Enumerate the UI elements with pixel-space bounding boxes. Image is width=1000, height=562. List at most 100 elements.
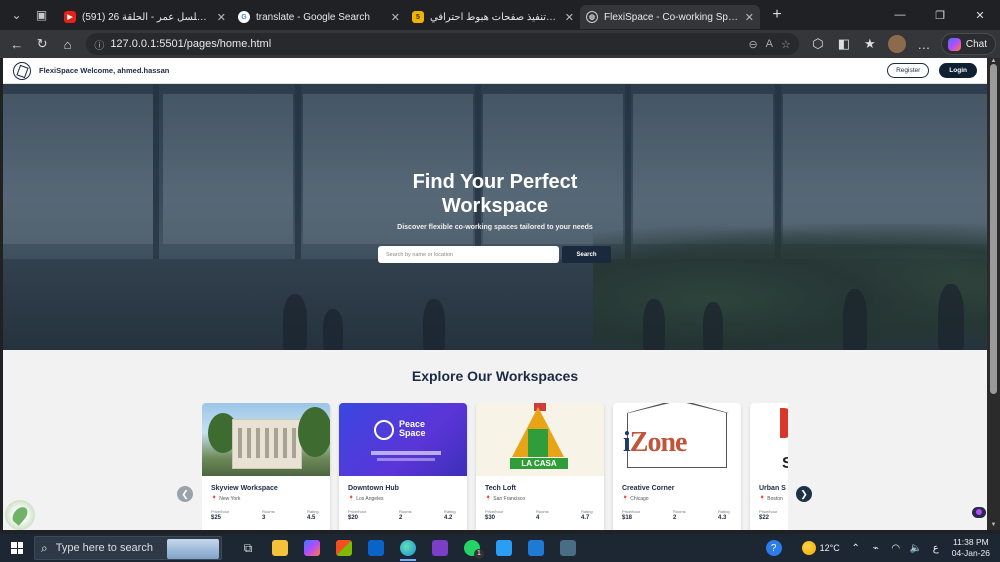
tab-landing[interactable]: 5 تصميم و تنفيذ صفحات هبوط احترافي ✕ <box>406 5 580 29</box>
help-icon[interactable]: ? <box>765 540 782 556</box>
network-icon[interactable]: ⌁ <box>868 543 884 554</box>
app-stack-icon[interactable] <box>488 534 520 562</box>
file-explorer-icon[interactable] <box>264 534 296 562</box>
workspace-image: Peace Space <box>339 403 467 476</box>
close-tab-icon[interactable]: ✕ <box>565 11 574 24</box>
workspace-card[interactable]: LA CASA Tech Loft 📍 San Francisco Price/h… <box>476 403 604 530</box>
logo-shape <box>780 408 788 438</box>
scroll-down-icon[interactable]: ▼ <box>987 522 1000 530</box>
workspace-name: Urban S <box>759 485 786 492</box>
restore-icon[interactable]: ❐ <box>920 0 960 30</box>
reload-icon[interactable]: ↻ <box>29 33 54 55</box>
scrollbar-thumb[interactable] <box>990 64 997 394</box>
microsoft-store-icon[interactable] <box>328 534 360 562</box>
read-aloud-icon[interactable]: A <box>766 38 773 50</box>
workspace-city: San Francisco <box>493 496 526 502</box>
weather-sun-icon <box>801 541 816 555</box>
workspace-image <box>202 403 330 476</box>
ship-app-icon[interactable] <box>552 534 584 562</box>
task-view-icon[interactable]: ⧉ <box>232 534 264 562</box>
extensions-icon[interactable]: ⬡ <box>805 33 831 55</box>
close-tab-icon[interactable]: ✕ <box>745 11 754 24</box>
copilot-app-icon[interactable] <box>296 534 328 562</box>
tab-title: FlexiSpace - Co-working Spaces <box>604 11 739 23</box>
page-scrollbar[interactable]: ▲ ▼ <box>987 58 1000 530</box>
workspace-search-input[interactable]: Search by name or location <box>378 246 559 263</box>
tab-actions-menu-icon[interactable]: ⌄ <box>8 6 26 24</box>
carousel-prev-icon[interactable]: ❮ <box>177 486 193 502</box>
tab-title: translate - Google Search <box>256 11 370 23</box>
system-tray: ? 12°C ⌃ ⌁ ◠ 🔈 ع 11:38 PM 04-Jan-26 <box>765 534 1000 562</box>
split-screen-icon[interactable]: ◧ <box>831 33 857 55</box>
flexispace-logo-icon[interactable] <box>13 61 31 80</box>
close-tab-icon[interactable]: ✕ <box>217 11 226 24</box>
peace-logo-icon <box>374 420 394 440</box>
window-controls: — ❐ ✕ <box>880 0 1000 30</box>
la-casa-logo-text: LA CASA <box>510 458 568 469</box>
nav-buttons: Register Login <box>887 63 977 78</box>
volume-icon[interactable]: 🔈 <box>908 543 924 554</box>
copilot-chat-button[interactable]: Chat <box>940 33 996 55</box>
workspace-card[interactable]: S Urban S 📍 Boston Price/hour $22 <box>750 403 788 530</box>
wifi-icon[interactable]: ◠ <box>888 543 904 554</box>
close-window-icon[interactable]: ✕ <box>960 0 1000 30</box>
izone-logo-letter: i <box>623 427 631 458</box>
tree-shape <box>298 407 330 457</box>
search-button[interactable]: Search <box>562 246 611 263</box>
favorite-star-icon[interactable]: ☆ <box>781 38 791 51</box>
price-label: Price/hour <box>759 509 778 514</box>
site-info-icon[interactable]: ⓘ <box>94 37 104 52</box>
onenote-icon[interactable] <box>424 534 456 562</box>
tab-flexispace[interactable]: ◍ FlexiSpace - Co-working Spaces ✕ <box>580 5 760 29</box>
workspace-location: 📍 Chicago <box>622 496 649 502</box>
favorites-icon[interactable]: ★ <box>857 33 883 55</box>
tab-youtube[interactable]: ▶ (591) مسلسل عمر - الحلقة 26 ube ✕ <box>58 5 232 29</box>
more-menu-icon[interactable]: … <box>911 33 937 55</box>
temperature-text: 12°C <box>819 543 840 553</box>
edge-browser-icon[interactable] <box>392 534 424 562</box>
rooms-label: Rooms <box>673 509 686 514</box>
zoom-icon[interactable]: ⊖ <box>748 38 757 51</box>
globe-icon: ◍ <box>586 11 598 23</box>
profile-avatar[interactable] <box>887 35 906 53</box>
taskbar-clock[interactable]: 11:38 PM 04-Jan-26 <box>952 537 990 559</box>
copilot-icon <box>947 37 961 51</box>
workspace-name: Tech Loft <box>485 485 516 492</box>
start-button[interactable] <box>0 534 34 562</box>
search-highlight-image <box>167 539 219 559</box>
logo-block <box>528 429 548 457</box>
vscode-icon[interactable] <box>520 534 552 562</box>
workspaces-icon[interactable]: ▣ <box>33 6 51 24</box>
carousel-next-icon[interactable]: ❯ <box>796 486 812 502</box>
rooms-value: 2 <box>399 515 403 521</box>
register-button[interactable]: Register <box>887 63 930 78</box>
show-hidden-icons-icon[interactable]: ⌃ <box>848 543 864 554</box>
price-value: $30 <box>485 515 496 521</box>
taskbar-search-box[interactable]: ⌕ Type here to search <box>34 536 222 560</box>
workspace-card[interactable]: Skyview Workspace 📍 New York Price/hour R… <box>202 403 330 530</box>
workspace-name: Downtown Hub <box>348 485 399 492</box>
home-icon[interactable]: ⌂ <box>55 33 80 55</box>
location-pin-icon: 📍 <box>485 496 492 502</box>
price-label: Price/hour <box>622 509 641 514</box>
minimize-icon[interactable]: — <box>880 0 920 30</box>
brand-text: FlexiSpace Welcome, ahmed.hassan <box>39 66 170 75</box>
outlook-icon[interactable] <box>360 534 392 562</box>
floating-assistant-icon[interactable] <box>972 507 986 518</box>
tab-google[interactable]: G translate - Google Search ✕ <box>232 5 406 29</box>
back-icon[interactable]: ← <box>4 33 29 55</box>
hero-section: Find Your Perfect Workspace Discover fle… <box>3 84 987 350</box>
address-bar[interactable]: ⓘ 127.0.0.1:5501/pages/home.html ⊖ A ☆ <box>86 33 799 55</box>
logo-letter: S <box>782 455 788 472</box>
workspace-card[interactable]: Peace Space Downtown Hub 📍 Los Angeles Pr… <box>339 403 467 530</box>
whatsapp-icon[interactable]: 1 <box>456 534 488 562</box>
toolbar-right: ⬡ ◧ ★ … Chat <box>805 33 996 55</box>
login-button[interactable]: Login <box>939 63 977 78</box>
close-tab-icon[interactable]: ✕ <box>391 11 400 24</box>
google-icon: G <box>238 11 250 23</box>
weather-widget[interactable]: 12°C <box>801 541 840 555</box>
workspace-card[interactable]: iZone Creative Corner 📍 Chicago Price/hou… <box>613 403 741 530</box>
new-tab-icon[interactable]: + <box>766 6 788 24</box>
language-indicator[interactable]: ع <box>928 543 944 554</box>
taskbar-search-placeholder: Type here to search <box>55 542 153 554</box>
